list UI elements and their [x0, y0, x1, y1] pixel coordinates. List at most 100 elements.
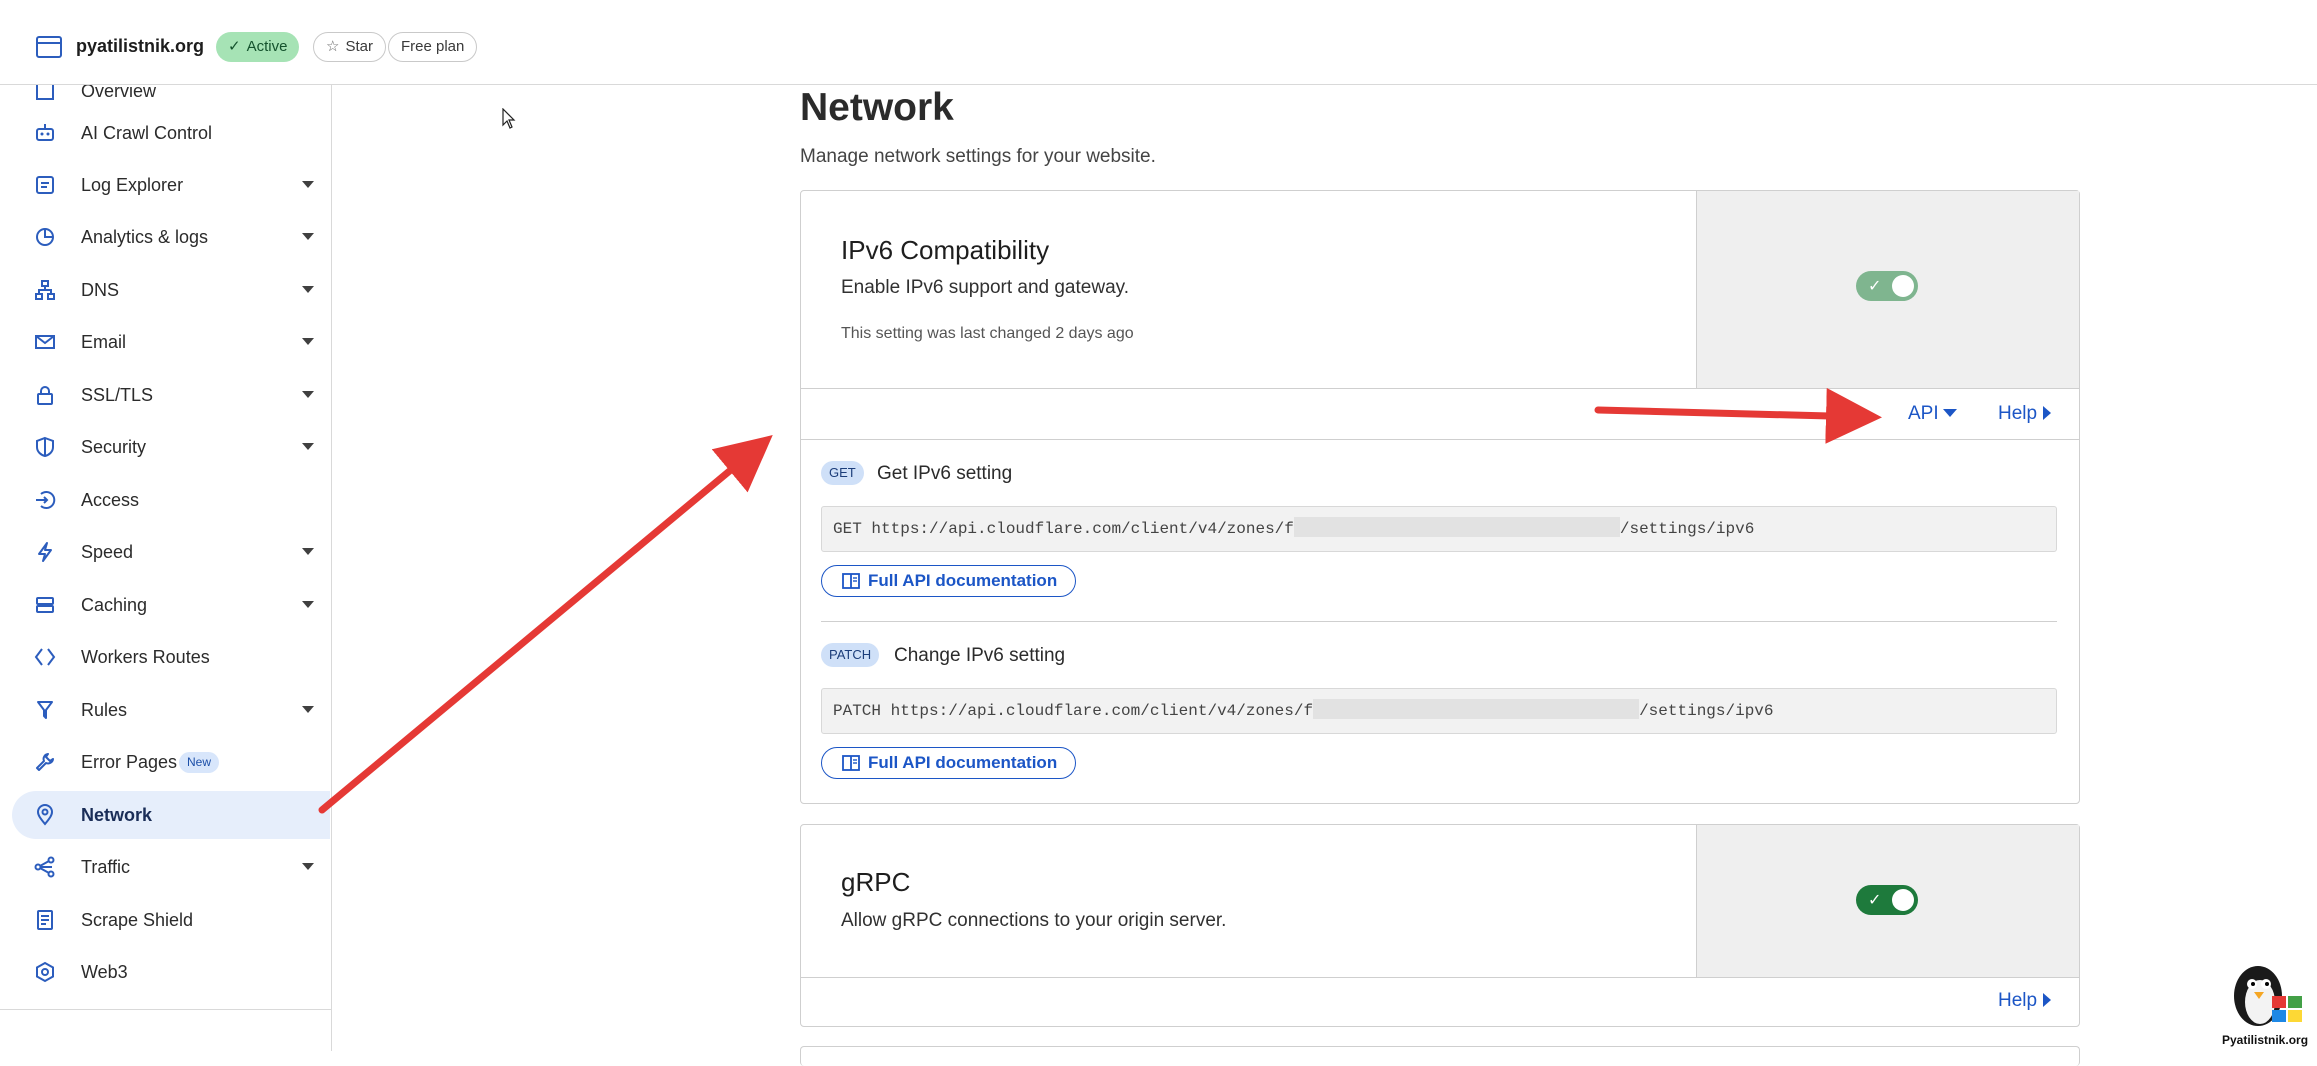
next-setting-card	[800, 1046, 2080, 1066]
new-badge: New	[179, 752, 220, 773]
robot-icon	[36, 124, 54, 141]
url-prefix: PATCH https://api.cloudflare.com/client/…	[833, 702, 1314, 720]
chevron-down-icon[interactable]	[302, 863, 314, 870]
sidebar-item-label: Speed	[81, 542, 134, 562]
help-link[interactable]: Help	[1998, 403, 2052, 425]
sidebar-item-label: DNS	[81, 280, 120, 300]
sidebar-item-scrape-shield[interactable]: Scrape Shield	[12, 896, 330, 944]
full-api-doc-button[interactable]: Full API documentation	[821, 747, 1077, 779]
sidebar: Overview AI Crawl Control Log Explorer A…	[0, 85, 332, 1051]
sidebar-item-caching[interactable]: Caching	[12, 581, 330, 629]
sidebar-item-label: Traffic	[81, 857, 131, 877]
sidebar-item-log-explorer[interactable]: Log Explorer	[12, 161, 330, 209]
chevron-down-icon[interactable]	[302, 391, 314, 398]
sidebar-item-label: Security	[81, 437, 147, 457]
web3-icon	[36, 961, 54, 983]
book-icon	[842, 755, 860, 771]
sidebar-item-label: SSL/TLS	[81, 385, 154, 405]
sidebar-item-label: Error Pages	[81, 752, 178, 772]
doc-button-label: Full API documentation	[868, 753, 1058, 772]
sidebar-item-access[interactable]: Access	[12, 476, 330, 524]
sidebar-item-label: Log Explorer	[81, 175, 184, 195]
toggle-knob	[1892, 889, 1914, 911]
overview-icon	[36, 85, 54, 100]
patch-endpoint-url[interactable]: PATCH https://api.cloudflare.com/client/…	[821, 688, 2057, 734]
divider	[801, 388, 2079, 389]
check-icon: ✓	[1868, 278, 1882, 295]
status-badge-label: Active	[246, 38, 288, 55]
arrow-to-card	[318, 435, 773, 814]
sidebar-item-traffic[interactable]: Traffic	[12, 843, 330, 891]
chevron-down-icon[interactable]	[302, 443, 314, 450]
star-button[interactable]: ☆ Star	[313, 32, 386, 62]
page-subtitle: Manage network settings for your website…	[800, 146, 1156, 167]
mouse-cursor-icon	[502, 108, 516, 129]
sidebar-item-label: Workers Routes	[81, 647, 210, 667]
plan-label: Free plan	[401, 38, 465, 55]
wrench-icon	[36, 753, 54, 771]
sidebar-item-speed[interactable]: Speed	[12, 528, 330, 576]
sidebar-item-email[interactable]: Email	[12, 318, 330, 366]
sidebar-item-workers-routes[interactable]: Workers Routes	[12, 633, 330, 681]
chevron-down-icon[interactable]	[302, 706, 314, 713]
chevron-down-icon[interactable]	[302, 548, 314, 555]
ipv6-setting-card: ✓ IPv6 Compatibility Enable IPv6 support…	[800, 190, 2080, 804]
grpc-toggle[interactable]: ✓	[1856, 885, 1918, 915]
grpc-setting-card: ✓ gRPC Allow gRPC connections to your or…	[800, 824, 2080, 1027]
caret-right-icon	[2043, 406, 2052, 420]
site-name[interactable]: pyatilistnik.org	[76, 36, 204, 57]
sidebar-item-dns[interactable]: DNS	[12, 266, 330, 314]
url-prefix: GET https://api.cloudflare.com/client/v4…	[833, 520, 1294, 538]
ipv6-toggle-panel: ✓	[1696, 191, 2079, 388]
sidebar-item-ssl-tls[interactable]: SSL/TLS	[12, 371, 330, 419]
log-icon	[36, 176, 54, 194]
help-link[interactable]: Help	[1998, 990, 2052, 1012]
chevron-down-icon[interactable]	[302, 181, 314, 188]
plan-badge[interactable]: Free plan	[388, 32, 478, 62]
patch-endpoint-title: Change IPv6 setting	[894, 645, 1066, 666]
sidebar-item-security[interactable]: Security	[12, 423, 330, 471]
sidebar-item-label: Email	[81, 332, 127, 352]
grpc-description: Allow gRPC connections to your origin se…	[841, 910, 1227, 931]
sidebar-item-web3[interactable]: Web3	[12, 948, 330, 996]
status-badge: ✓ Active	[216, 32, 300, 62]
book-icon	[842, 573, 860, 589]
chevron-down-icon[interactable]	[302, 338, 314, 345]
get-endpoint-url[interactable]: GET https://api.cloudflare.com/client/v4…	[821, 506, 2057, 552]
url-suffix: /settings/ipv6	[1639, 702, 1774, 720]
rules-icon	[37, 701, 53, 719]
grpc-toggle-panel: ✓	[1696, 825, 2079, 977]
ipv6-description: Enable IPv6 support and gateway.	[841, 277, 1130, 298]
get-method-badge: GET	[821, 461, 864, 485]
caret-down-icon	[1942, 409, 1957, 417]
email-icon	[35, 335, 55, 349]
chevron-down-icon[interactable]	[302, 233, 314, 240]
sidebar-item-ai-crawl-control[interactable]: AI Crawl Control	[12, 109, 330, 157]
sidebar-item-analytics[interactable]: Analytics & logs	[12, 213, 330, 261]
chevron-down-icon[interactable]	[302, 286, 314, 293]
divider	[801, 977, 2079, 978]
divider	[821, 621, 2057, 622]
site-header: pyatilistnik.org ✓ Active ☆ Star Free pl…	[0, 10, 2317, 85]
help-link-label: Help	[1998, 403, 2038, 424]
sidebar-item-label: AI Crawl Control	[81, 123, 213, 143]
sidebar-item-label: Analytics & logs	[81, 227, 209, 247]
chevron-down-icon[interactable]	[302, 601, 314, 608]
sidebar-item-network[interactable]: Network	[12, 791, 330, 839]
lightning-icon	[38, 542, 52, 562]
check-icon: ✓	[1868, 892, 1882, 909]
check-icon: ✓	[228, 38, 241, 55]
ipv6-last-changed: This setting was last changed 2 days ago	[841, 325, 1134, 342]
location-pin-icon	[36, 804, 54, 826]
star-icon: ☆	[326, 38, 340, 55]
api-toggle-link[interactable]: API	[1908, 403, 1957, 425]
redacted-zone-id	[1293, 517, 1620, 537]
api-link-label: API	[1908, 403, 1939, 424]
sidebar-item-error-pages[interactable]: Error Pages New	[12, 738, 330, 786]
doc-button-label: Full API documentation	[868, 571, 1058, 590]
lock-icon	[37, 386, 53, 405]
full-api-doc-button[interactable]: Full API documentation	[821, 565, 1077, 597]
sidebar-item-rules[interactable]: Rules	[12, 686, 330, 734]
ipv6-toggle[interactable]: ✓	[1856, 271, 1918, 301]
help-link-label: Help	[1998, 990, 2038, 1011]
